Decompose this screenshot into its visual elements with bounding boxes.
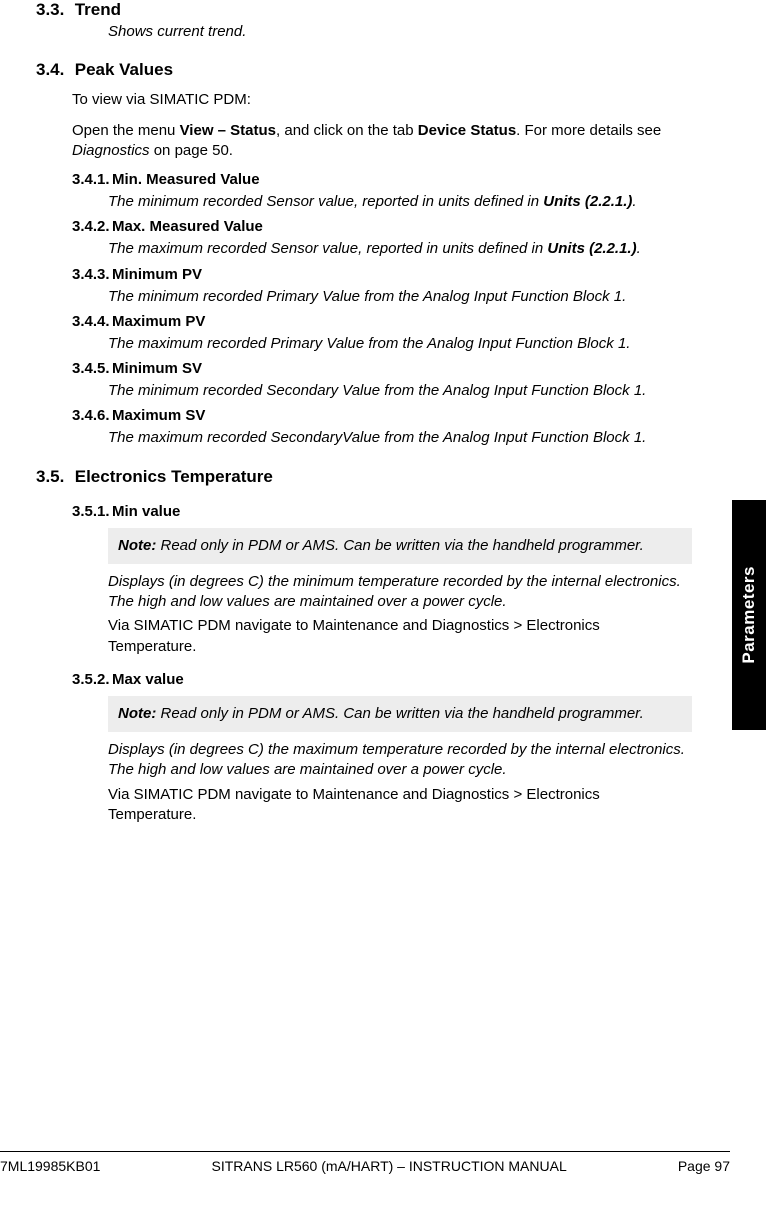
desc-3-5-1: Displays (in degrees C) the minimum temp… — [108, 572, 692, 613]
desc-3-4-1: The minimum recorded Sensor value, repor… — [108, 192, 692, 212]
menu-path: View – Status — [180, 122, 276, 139]
sub-number: 3.4.2. — [72, 218, 112, 235]
heading-3-4-2: 3.4.2.Max. Measured Value — [72, 218, 692, 235]
desc-3-4-2: The maximum recorded Sensor value, repor… — [108, 239, 692, 259]
note-label: Note: — [118, 705, 156, 722]
note-box-3-5-2: Note: Read only in PDM or AMS. Can be wr… — [108, 696, 692, 732]
desc-3-4-4: The maximum recorded Primary Value from … — [108, 334, 692, 354]
desc-3-4-3: The minimum recorded Primary Value from … — [108, 287, 692, 307]
heading-3-4-4: 3.4.4.Maximum PV — [72, 313, 692, 330]
sub-title: Min value — [112, 503, 180, 520]
desc-3-5-2: Displays (in degrees C) the maximum temp… — [108, 740, 692, 781]
section-3-3-heading: 3.3. Trend — [36, 0, 692, 20]
heading-3-4-5: 3.4.5.Minimum SV — [72, 360, 692, 377]
content-area: 3.3. Trend Shows current trend. 3.4. Pea… — [36, 0, 692, 1126]
sub-number: 3.4.1. — [72, 171, 112, 188]
text: , and click on the tab — [276, 122, 418, 139]
heading-3-5-2: 3.5.2.Max value — [72, 671, 692, 688]
sub-number: 3.4.5. — [72, 360, 112, 377]
sub-number: 3.4.4. — [72, 313, 112, 330]
section-3-4-heading: 3.4. Peak Values — [36, 60, 692, 80]
sub-title: Max. Measured Value — [112, 218, 263, 235]
section-title: Peak Values — [75, 60, 173, 79]
page: 3.3. Trend Shows current trend. 3.4. Pea… — [0, 0, 766, 1206]
section-number: 3.5. — [36, 467, 70, 487]
text: on page 50. — [150, 142, 233, 159]
section-3-4-para: Open the menu View – Status, and click o… — [72, 121, 692, 162]
sub-number: 3.4.6. — [72, 407, 112, 424]
ref-diagnostics: Diagnostics — [72, 142, 150, 159]
section-3-3-desc: Shows current trend. — [108, 22, 692, 42]
text: . — [632, 193, 636, 210]
sub-title: Minimum PV — [112, 266, 202, 283]
sub-title: Maximum SV — [112, 407, 205, 424]
tab-name: Device Status — [418, 122, 516, 139]
ref-units: Units (2.2.1.) — [543, 193, 632, 210]
side-tab-label: Parameters — [739, 566, 759, 664]
sub-number: 3.5.1. — [72, 503, 112, 520]
sub-title: Max value — [112, 671, 184, 688]
text: . For more details see — [516, 122, 661, 139]
ref-units: Units (2.2.1.) — [547, 240, 636, 257]
section-3-5-heading: 3.5. Electronics Temperature — [36, 467, 692, 487]
sub-title: Maximum PV — [112, 313, 205, 330]
section-title: Electronics Temperature — [75, 467, 273, 486]
note-body: Read only in PDM or AMS. Can be written … — [156, 537, 643, 554]
section-number: 3.4. — [36, 60, 70, 80]
heading-3-4-3: 3.4.3.Minimum PV — [72, 266, 692, 283]
note-box-3-5-1: Note: Read only in PDM or AMS. Can be wr… — [108, 528, 692, 564]
text: Open the menu — [72, 122, 180, 139]
heading-3-4-6: 3.4.6.Maximum SV — [72, 407, 692, 424]
note-label: Note: — [118, 537, 156, 554]
section-3-4-intro: To view via SIMATIC PDM: — [72, 90, 692, 110]
page-footer: 7ML19985KB01 SITRANS LR560 (mA/HART) – I… — [0, 1151, 730, 1174]
text: The maximum recorded Sensor value, repor… — [108, 240, 547, 257]
heading-3-5-1: 3.5.1.Min value — [72, 503, 692, 520]
footer-page-number: Page 97 — [678, 1158, 730, 1174]
section-number: 3.3. — [36, 0, 70, 20]
side-tab-parameters: Parameters — [732, 500, 766, 730]
text: . — [637, 240, 641, 257]
section-title: Trend — [75, 0, 121, 19]
sub-number: 3.4.3. — [72, 266, 112, 283]
desc-3-4-5: The minimum recorded Secondary Value fro… — [108, 381, 692, 401]
text: The minimum recorded Sensor value, repor… — [108, 193, 543, 210]
footer-doc-id: 7ML19985KB01 — [0, 1158, 100, 1174]
heading-3-4-1: 3.4.1.Min. Measured Value — [72, 171, 692, 188]
nav-3-5-2: Via SIMATIC PDM navigate to Maintenance … — [108, 785, 692, 826]
sub-title: Min. Measured Value — [112, 171, 260, 188]
sub-number: 3.5.2. — [72, 671, 112, 688]
nav-3-5-1: Via SIMATIC PDM navigate to Maintenance … — [108, 616, 692, 657]
sub-title: Minimum SV — [112, 360, 202, 377]
footer-doc-title: SITRANS LR560 (mA/HART) – INSTRUCTION MA… — [212, 1158, 567, 1174]
note-body: Read only in PDM or AMS. Can be written … — [156, 705, 643, 722]
desc-3-4-6: The maximum recorded SecondaryValue from… — [108, 428, 692, 448]
